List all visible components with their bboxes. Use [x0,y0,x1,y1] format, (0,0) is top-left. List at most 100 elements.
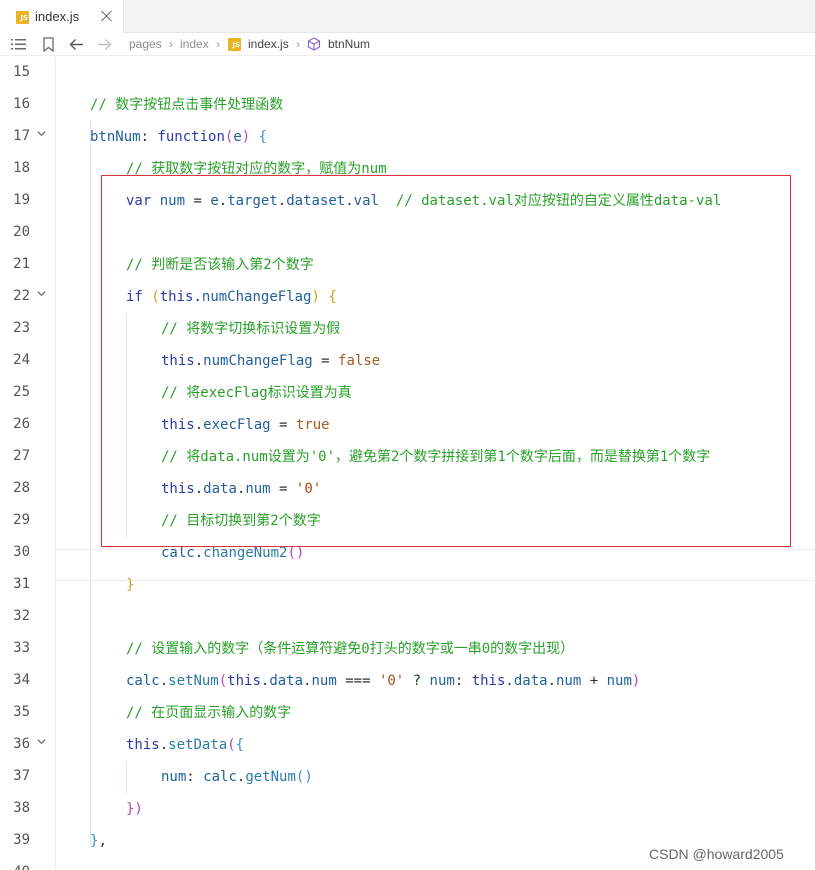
code-token: function [157,129,225,145]
cube-method-icon [307,37,321,51]
fold-chevron-icon[interactable] [37,289,46,298]
code-line[interactable]: 15 [0,57,815,89]
code-token: . [194,545,204,561]
breadcrumb-item[interactable]: index.js [248,37,289,51]
line-number: 38 [13,800,30,816]
code-line[interactable]: 37 num: calc.getNum() [0,761,815,793]
code-token: . [505,673,514,689]
line-number: 37 [13,768,30,784]
tab-label: index.js [35,9,80,24]
code-token: calc [203,769,237,785]
line-number: 35 [13,704,30,720]
line-number: 18 [13,160,30,176]
code-line[interactable]: 38}) [0,793,815,825]
code-token: // 数字按钮点击事件处理函数 [90,97,284,113]
code-token: + [581,673,607,689]
line-number: 31 [13,576,30,592]
code-token: setNum [168,673,219,689]
code-text: } [126,575,134,595]
line-number: 22 [13,288,30,304]
line-number: 25 [13,384,30,400]
fold-chevron-icon[interactable] [37,129,46,138]
watermark: CSDN @howard2005 [649,846,784,862]
line-number: 39 [13,832,30,848]
code-text: }) [126,799,143,819]
code-token: num [311,673,337,689]
breadcrumb-bar: pages › index › JS index.js › btnNum [0,33,815,56]
code-token: { [258,129,268,145]
line-number: 24 [13,352,30,368]
breadcrumb-item[interactable]: index [180,37,209,51]
code-token: : [454,673,472,689]
code-token: . [159,673,169,689]
code-token: getNum [245,769,296,785]
code-line[interactable]: 33 // 设置输入的数字（条件运算符避免0打头的数字或一串0的数字出现） [0,633,815,665]
code-token: calc [161,545,195,561]
code-line[interactable]: 36 this.setData({ [0,729,815,761]
breadcrumb-item[interactable]: pages [129,37,162,51]
code-token: '0' [378,673,405,689]
editor-tab[interactable]: JS index.js [0,0,124,34]
chevron-right-icon: › [296,37,300,51]
forward-arrow-icon[interactable] [97,37,112,52]
code-line[interactable]: 31} [0,569,815,601]
code-text: }, [90,831,107,851]
line-number: 28 [13,480,30,496]
code-token: data [269,673,304,689]
fold-chevron-icon[interactable] [37,737,46,746]
code-token: this [227,673,261,689]
code-token: . [547,673,556,689]
line-number: 15 [13,64,30,80]
code-text: // 数字按钮点击事件处理函数 [90,95,283,115]
back-arrow-icon[interactable] [69,37,84,52]
line-number: 19 [13,192,30,208]
code-token: num [556,673,582,689]
line-number: 33 [13,640,30,656]
annotation-highlight-box [101,175,791,547]
code-line[interactable]: 32 [0,601,815,633]
code-token: // 在页面显示输入的数字 [126,705,292,721]
code-token: changeNum2 [203,545,288,561]
code-token: : [186,769,204,785]
code-token: num [161,769,187,785]
code-token: e [233,129,242,145]
code-token: () [287,545,305,561]
chevron-right-icon: › [216,37,220,51]
line-number: 27 [13,448,30,464]
code-text: this.setData({ [126,735,244,755]
code-token: ) [631,673,641,689]
code-line[interactable]: 17 btnNum: function(e) { [0,121,815,153]
line-number: 26 [13,416,30,432]
code-token: } [126,577,135,593]
code-token: btnNum [90,129,141,145]
code-text: // 在页面显示输入的数字 [126,703,291,723]
code-token: { [235,737,245,753]
code-text: btnNum: function(e) { [90,127,267,147]
code-token: this [471,673,506,689]
code-text: num: calc.getNum() [161,767,313,787]
outline-list-icon[interactable] [11,37,26,52]
code-line[interactable]: 34 calc.setNum(this.data.num === '0' ? nu… [0,665,815,697]
code-token: calc [126,673,160,689]
code-token: () [295,769,313,785]
line-number: 17 [13,128,30,144]
line-number: 36 [13,736,30,752]
code-line[interactable]: 16 // 数字按钮点击事件处理函数 [0,89,815,121]
breadcrumb-item[interactable]: btnNum [328,37,370,51]
close-icon[interactable] [100,9,114,23]
line-number: 29 [13,512,30,528]
code-line[interactable]: 35 // 在页面显示输入的数字 [0,697,815,729]
js-file-icon: JS [16,11,29,24]
code-token: === [336,673,379,689]
code-token: ( [218,673,228,689]
line-number: 20 [13,224,30,240]
line-number: 21 [13,256,30,272]
js-file-icon: JS [228,38,241,51]
chevron-right-icon: › [169,37,173,51]
bookmark-icon[interactable] [41,37,56,52]
code-token: ) [241,129,251,145]
code-token: }) [126,801,143,817]
line-number: 34 [13,672,30,688]
code-token: num [606,673,632,689]
